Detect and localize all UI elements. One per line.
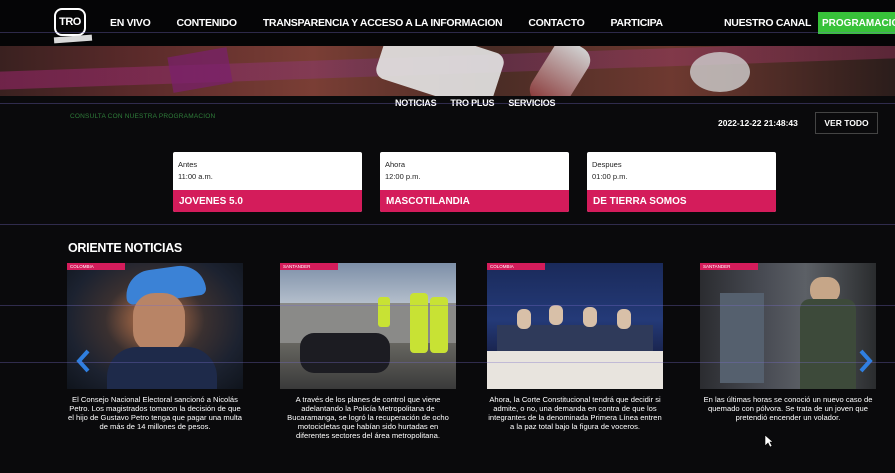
schedule-show-title: MASCOTILANDIA [380, 190, 569, 212]
nav-participa[interactable]: PARTICIPA [610, 17, 663, 29]
nav-contacto[interactable]: CONTACTO [528, 17, 584, 29]
hero-banner [0, 46, 895, 96]
news-card-4[interactable]: SANTANDER En las últimas horas se conoci… [700, 263, 876, 422]
chevron-left-icon [76, 349, 90, 373]
schedule-show-title: DE TIERRA SOMOS [587, 190, 776, 212]
schedule-when: Ahora [385, 160, 406, 169]
chevron-right-icon [859, 349, 873, 373]
schedule-show-title: JOVENES 5.0 [173, 190, 362, 212]
news-section-title: ORIENTE NOTICIAS [68, 241, 182, 255]
logo-text: TRO [59, 16, 81, 28]
news-thumbnail[interactable]: COLOMBIA [487, 263, 663, 389]
timestamp: 2022-12-22 21:48:43 [718, 118, 798, 128]
nav-contenido[interactable]: CONTENIDO [177, 17, 238, 29]
nav-transparencia[interactable]: TRANSPARENCIA Y ACCESO A LA INFORMACION [263, 17, 503, 29]
carousel-next-arrow[interactable] [856, 349, 874, 373]
logo-tag [53, 34, 93, 44]
schedule-note[interactable]: CONSULTA CON NUESTRA PROGRAMACION [70, 113, 215, 120]
news-summary: El Consejo Nacional Electoral sancionó a… [68, 395, 242, 432]
ver-todo-button[interactable]: VER TODO [815, 112, 878, 134]
news-summary: A través de los planes de control que vi… [287, 395, 449, 441]
schedule-when: Despues [592, 160, 622, 169]
mouse-cursor-icon [764, 434, 774, 448]
nav-en-vivo[interactable]: EN VIVO [110, 17, 151, 29]
news-badge: SANTANDER [280, 263, 338, 270]
schedule-time: 11:00 a.m. [178, 172, 213, 181]
news-summary: Ahora, la Corte Constitucional tendrá qu… [488, 395, 662, 432]
news-badge: COLOMBIA [67, 263, 125, 270]
scanline [0, 362, 895, 363]
news-badge: COLOMBIA [487, 263, 545, 270]
scanline [0, 103, 895, 104]
scanline [0, 305, 895, 306]
schedule-card-despues[interactable]: Despues 01:00 p.m. DE TIERRA SOMOS [587, 152, 776, 212]
scanline [0, 32, 895, 33]
main-nav: EN VIVO CONTENIDO TRANSPARENCIA Y ACCESO… [110, 0, 689, 46]
carousel-prev-arrow[interactable] [75, 349, 93, 373]
schedule-time: 12:00 p.m. [385, 172, 421, 181]
schedule-when: Antes [178, 160, 198, 169]
news-card-1[interactable]: COLOMBIA El Consejo Nacional Electoral s… [67, 263, 243, 431]
news-card-2[interactable]: SANTANDER A través de los planes de cont… [280, 263, 456, 440]
schedule-card-antes[interactable]: Antes 11:00 a.m. JOVENES 5.0 [173, 152, 362, 212]
programacion-button[interactable]: PROGRAMACION [818, 12, 895, 34]
news-card-3[interactable]: COLOMBIA Ahora, la Corte Constitucional … [487, 263, 663, 431]
scanline [0, 224, 895, 225]
news-thumbnail[interactable]: SANTANDER [280, 263, 456, 389]
nav-nuestro-canal[interactable]: NUESTRO CANAL [724, 17, 811, 29]
news-summary: En las últimas horas se conoció un nuevo… [703, 395, 873, 423]
news-thumbnail[interactable]: COLOMBIA [67, 263, 243, 389]
schedule-time: 01:00 p.m. [592, 172, 628, 181]
top-navigation: TRO EN VIVO CONTENIDO TRANSPARENCIA Y AC… [0, 0, 895, 46]
schedule-card-ahora[interactable]: Ahora 12:00 p.m. MASCOTILANDIA [380, 152, 569, 212]
news-badge: SANTANDER [700, 263, 758, 270]
news-thumbnail[interactable]: SANTANDER [700, 263, 876, 389]
